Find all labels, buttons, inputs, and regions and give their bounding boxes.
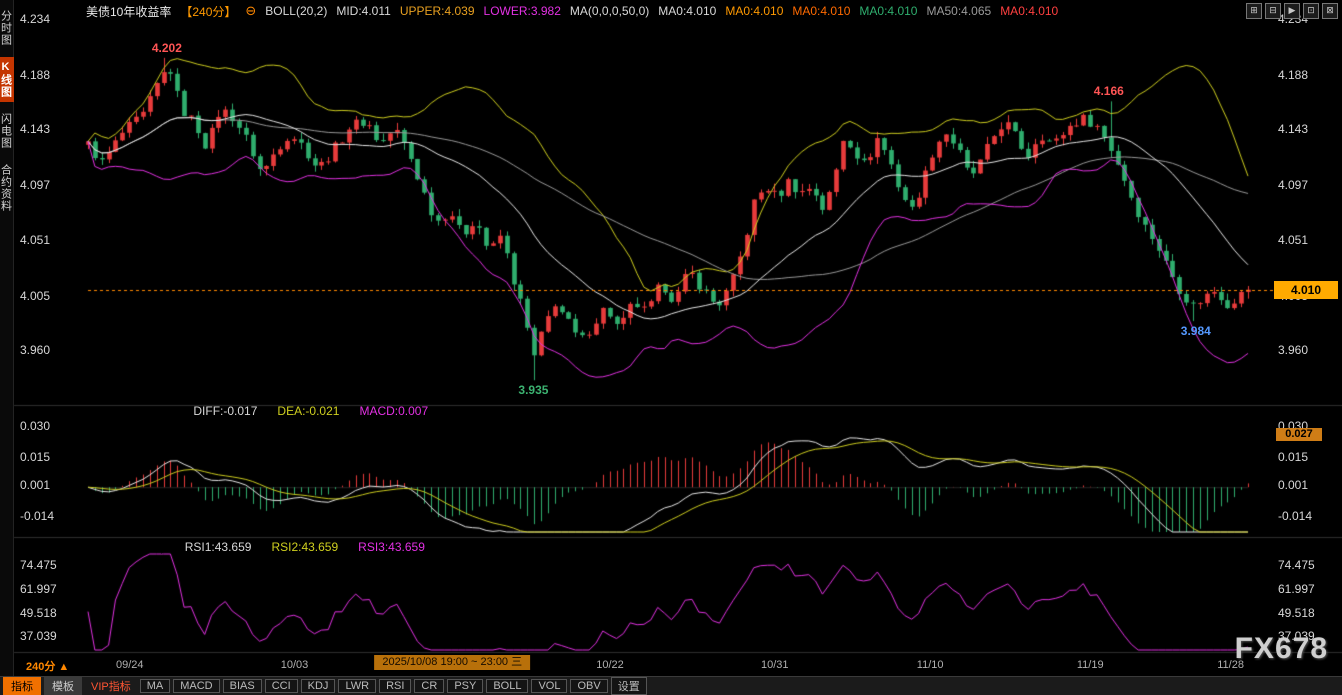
toolbar-button[interactable]: 设置	[611, 677, 647, 695]
toolbar-button[interactable]: 模板	[44, 677, 82, 695]
window-controls: ⊞⊟▶⊡⊠	[1246, 3, 1338, 19]
last-price-badge: 4.010	[1274, 281, 1338, 299]
window-control-icon-3[interactable]: ▶	[1284, 3, 1300, 19]
indicator-value: MA(0,0,0,50,0)	[570, 4, 649, 18]
indicator-header-bar: 美债10年收益率 【240分】 ⊖ BOLL(20,2) MID:4.011 UPP…	[14, 0, 1342, 22]
indicator-value: UPPER:4.039	[400, 4, 475, 18]
cycle-link-icon[interactable]: ⊖	[245, 3, 256, 19]
window-control-icon-1[interactable]: ⊞	[1246, 3, 1262, 19]
window-control-icon-2[interactable]: ⊟	[1265, 3, 1281, 19]
rsi-label: RSI(14,14,14)	[90, 540, 165, 554]
panel-indicator-value: DEA:-0.021	[277, 404, 339, 418]
panel-indicator-value: RSI2:43.659	[271, 540, 338, 554]
indicator-value: MA0:4.010	[792, 4, 850, 18]
macd-values: DIFF:-0.017 DEA:-0.021 MACD:0.007	[183, 404, 438, 418]
macd-value-badge: 0.027	[1276, 428, 1322, 441]
indicator-value: MID:4.011	[336, 4, 390, 18]
indicator-value: MA50:4.065	[926, 4, 991, 18]
toolbar-button[interactable]: 指标	[3, 677, 41, 695]
period-tag: 【240分】	[180, 3, 236, 20]
toolbar-button[interactable]: MA	[140, 679, 171, 693]
toolbar-button[interactable]: VIP指标	[85, 677, 137, 695]
rsi-panel-header: RSI(14,14,14) RSI1:43.659 RSI2:43.659 RSI3:…	[90, 540, 445, 554]
toolbar-button[interactable]: MACD	[173, 679, 219, 693]
toolbar-button[interactable]: CR	[414, 679, 444, 693]
crosshair-date-badge: 2025/10/08 19:00 ~ 23:00 三	[374, 655, 530, 670]
toolbar-button[interactable]: KDJ	[301, 679, 336, 693]
window-control-icon-4[interactable]: ⊡	[1303, 3, 1319, 19]
window-control-icon-5[interactable]: ⊠	[1322, 3, 1338, 19]
toolbar-button[interactable]: PSY	[447, 679, 483, 693]
toolbar-button[interactable]: BIAS	[223, 679, 262, 693]
sidebar-tab[interactable]: 闪电图	[0, 109, 14, 153]
sidebar-tab[interactable]: K线图	[0, 57, 14, 102]
sidebar-tab[interactable]: 合约资料	[0, 160, 14, 216]
indicator-toolbar: 指标模板VIP指标MAMACD BIASCCIKDJLWRRSICRPSYBOLL…	[0, 676, 1342, 695]
toolbar-button[interactable]: LWR	[338, 679, 376, 693]
candlestick-chart-canvas[interactable]	[0, 0, 1342, 695]
indicator-value: MA0:4.010	[658, 4, 716, 18]
toolbar-button[interactable]: OBV	[570, 679, 607, 693]
macd-label: MACD(26,12,9)	[90, 404, 173, 418]
indicator-values: BOLL(20,2) MID:4.011 UPPER:4.039 LOWER:3.98…	[265, 4, 1067, 18]
toolbar-button[interactable]: BOLL	[486, 679, 528, 693]
chart-title: 美债10年收益率	[86, 3, 171, 20]
panel-indicator-value: MACD:0.007	[359, 404, 428, 418]
panel-indicator-value: RSI3:43.659	[358, 540, 425, 554]
indicator-value: BOLL(20,2)	[265, 4, 327, 18]
toolbar-button[interactable]: VOL	[531, 679, 567, 693]
sidebar-tab[interactable]: 分时图	[0, 6, 14, 50]
toolbar-button[interactable]: CCI	[265, 679, 298, 693]
panel-indicator-value: RSI1:43.659	[185, 540, 252, 554]
panel-indicator-value: DIFF:-0.017	[193, 404, 257, 418]
macd-panel-header: MACD(26,12,9) DIFF:-0.017 DEA:-0.021 MACD:0…	[90, 404, 448, 418]
chart-type-sidebar: 分时图 K线图闪电图合约资料	[0, 0, 14, 695]
toolbar-button[interactable]: RSI	[379, 679, 411, 693]
bottom-period-label[interactable]: 240分 ▲	[26, 658, 69, 674]
indicator-value: MA0:4.010	[1000, 4, 1058, 18]
indicator-value: MA0:4.010	[859, 4, 917, 18]
indicator-value: MA0:4.010	[725, 4, 783, 18]
rsi-values: RSI1:43.659 RSI2:43.659 RSI3:43.659	[175, 540, 435, 554]
indicator-value: LOWER:3.982	[484, 4, 561, 18]
fx678-watermark: FX678	[1235, 632, 1328, 666]
